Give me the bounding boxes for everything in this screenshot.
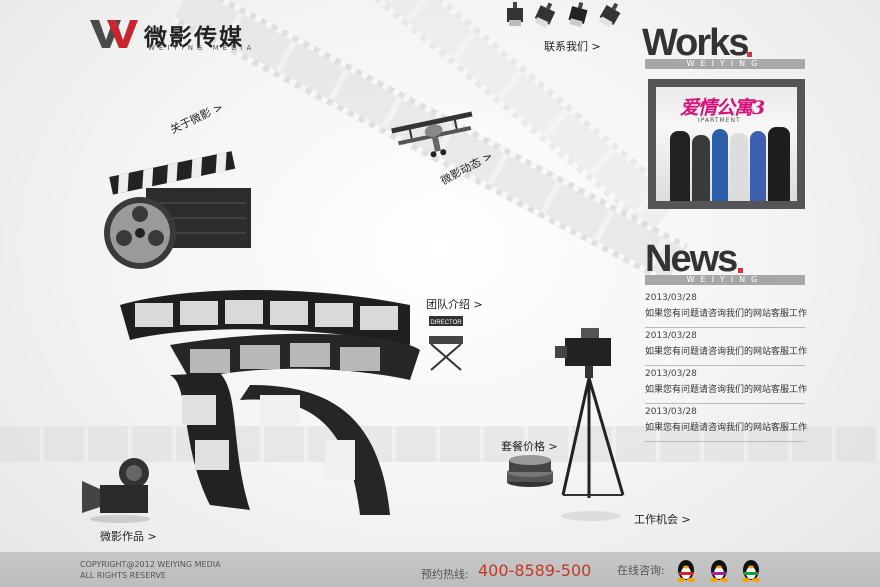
nav-works[interactable]: 微影作品 > xyxy=(100,528,157,544)
poster-subtitle: IPARTMENT xyxy=(698,117,741,124)
copyright: COPYRIGHT@2012 WEIYING MEDIA ALL RIGHTS … xyxy=(80,559,221,581)
works-dot xyxy=(747,52,752,57)
news-item[interactable]: 2013/03/28 如果您有问题请咨询我们的网站客服工作 xyxy=(645,404,807,442)
online-consult-label: 在线咨询: xyxy=(617,564,665,577)
qq-penguin-icon[interactable] xyxy=(740,558,762,582)
copyright-line1: COPYRIGHT@2012 WEIYING MEDIA xyxy=(80,560,221,569)
vintage-camera-icon xyxy=(82,458,150,523)
qq-penguin-icon[interactable] xyxy=(708,558,730,582)
director-sign-text: DIRECTOR xyxy=(430,320,462,326)
spotlight-icon xyxy=(599,2,621,28)
poster-figure xyxy=(712,129,728,201)
news-list: 2013/03/28 如果您有问题请咨询我们的网站客服工作 2013/03/28… xyxy=(645,290,807,442)
tripod-camera-icon xyxy=(555,328,625,521)
spotlight-icon xyxy=(507,2,523,26)
works-poster-frame[interactable]: 爱情公寓3 IPARTMENT xyxy=(648,79,805,209)
poster-figure xyxy=(670,131,690,201)
copyright-line2: ALL RIGHTS RESERVE xyxy=(80,571,166,580)
director-chair-icon: DIRECTOR xyxy=(429,316,463,371)
nav-team[interactable]: 团队介绍 > xyxy=(426,296,483,312)
news-text[interactable]: 如果您有问题请咨询我们的网站客服工作 xyxy=(645,345,807,359)
poster-title: 爱情公寓3 xyxy=(680,97,765,119)
spotlight-group xyxy=(505,1,625,32)
logo[interactable]: 微影传媒 WEIYING MEDIA xyxy=(90,18,265,52)
biplane-icon xyxy=(391,111,473,158)
nav-contact[interactable]: 联系我们 > xyxy=(544,38,601,54)
works-subtitle: WEIYING xyxy=(645,59,805,69)
news-text[interactable]: 如果您有问题请咨询我们的网站客服工作 xyxy=(645,307,807,321)
spotlight-icon xyxy=(568,1,588,28)
news-text[interactable]: 如果您有问题请咨询我们的网站客服工作 xyxy=(645,383,807,397)
stage: 微影传媒 WEIYING MEDIA 联系我们 > 关于微影 > 微影动态 > … xyxy=(0,0,880,587)
film-cans-icon xyxy=(507,455,553,487)
news-date: 2013/03/28 xyxy=(645,407,697,417)
logo-subtitle: WEIYING MEDIA xyxy=(148,44,256,52)
news-item[interactable]: 2013/03/28 如果您有问题请咨询我们的网站客服工作 xyxy=(645,290,807,328)
news-dot xyxy=(738,268,743,273)
nav-about[interactable]: 关于微影 > xyxy=(167,99,225,137)
news-date: 2013/03/28 xyxy=(645,331,697,341)
qq-penguin-icon[interactable] xyxy=(675,558,697,582)
news-text[interactable]: 如果您有问题请咨询我们的网站客服工作 xyxy=(645,421,807,435)
logo-mark-icon xyxy=(90,20,138,48)
nav-jobs[interactable]: 工作机会 > xyxy=(634,511,691,527)
poster-figure xyxy=(730,133,748,201)
works-poster: 爱情公寓3 IPARTMENT xyxy=(656,87,797,201)
poster-figure xyxy=(768,127,790,201)
poster-figure xyxy=(750,131,766,201)
poster-figure xyxy=(692,135,710,201)
news-item[interactable]: 2013/03/28 如果您有问题请咨询我们的网站客服工作 xyxy=(645,366,807,404)
news-date: 2013/03/28 xyxy=(645,369,697,379)
nav-packages[interactable]: 套餐价格 > xyxy=(501,438,558,454)
hotline-label: 预约热线: xyxy=(421,568,469,581)
news-item[interactable]: 2013/03/28 如果您有问题请咨询我们的网站客服工作 xyxy=(645,328,807,366)
news-date: 2013/03/28 xyxy=(645,293,697,303)
spotlight-icon xyxy=(534,2,556,28)
news-subtitle: WEIYING xyxy=(645,275,805,285)
hotline-number: 400-8589-500 xyxy=(478,561,592,580)
footer: COPYRIGHT@2012 WEIYING MEDIA ALL RIGHTS … xyxy=(0,552,880,587)
